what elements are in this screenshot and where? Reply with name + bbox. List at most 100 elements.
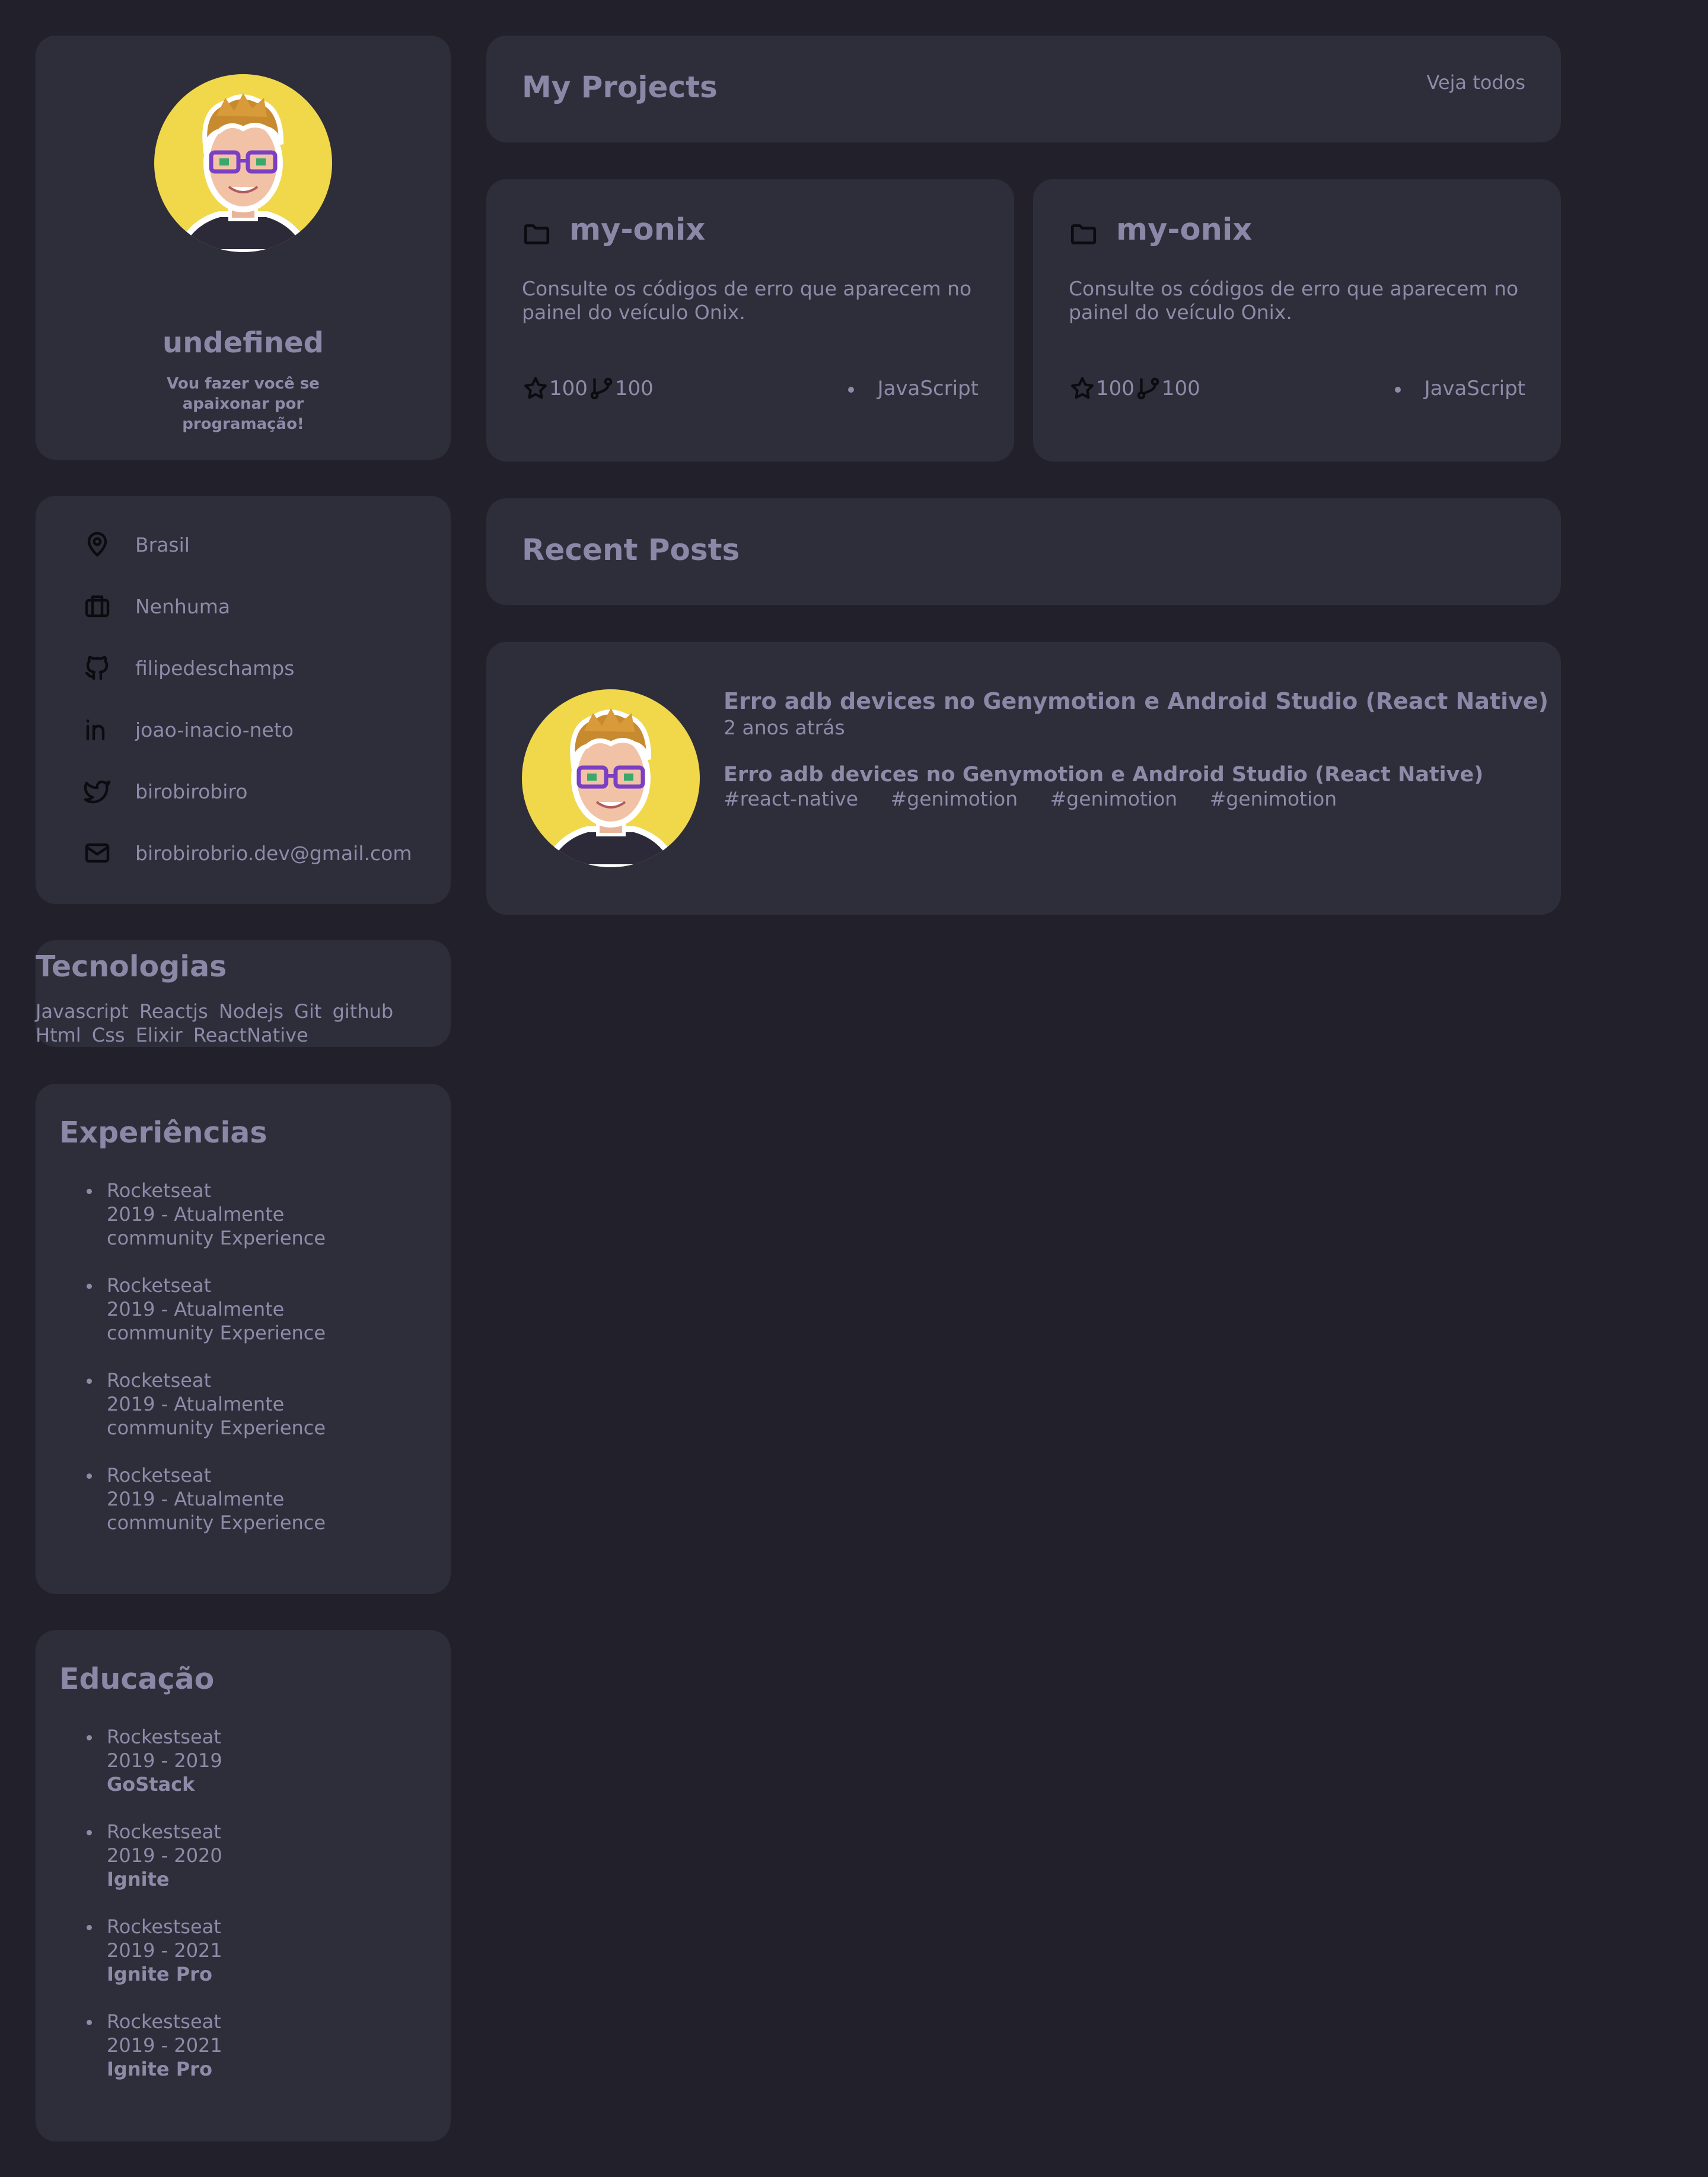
mail-icon	[83, 839, 135, 867]
project-stars: 100	[549, 377, 588, 400]
contact-github-label: filipedeschamps	[135, 656, 295, 680]
education-school: Rockestseat	[107, 2010, 221, 2033]
education-item: Rockestseat 2019 - 2021 Ignite Pro	[87, 1915, 222, 1986]
post-tag[interactable]: #react-native	[724, 787, 858, 810]
experience-period: 2019 - Atualmente	[107, 1298, 285, 1320]
experience-role: community Experience	[107, 1511, 326, 1534]
education-title: Educação	[59, 1662, 215, 1696]
project-stats: 100 100	[522, 375, 654, 402]
contact-email[interactable]: birobirobrio.dev@gmail.com	[83, 822, 412, 884]
experience-company: Rocketseat	[107, 1464, 212, 1487]
education-period: 2019 - 2019	[107, 1749, 222, 1772]
tech-item: Html	[36, 1024, 81, 1046]
see-all-link[interactable]: Veja todos	[1427, 71, 1525, 94]
briefcase-icon	[83, 592, 135, 620]
education-card: Educação Rockestseat 2019 - 2019 GoStack…	[36, 1630, 451, 2141]
twitter-icon	[83, 777, 135, 806]
contact-linkedin-label: joao-inacio-neto	[135, 718, 294, 741]
folder-icon	[1070, 224, 1097, 244]
tech-item: Git	[294, 1000, 322, 1023]
tech-item: Nodejs	[218, 1000, 283, 1023]
fork-icon	[590, 377, 613, 400]
posts-header: Recent Posts	[486, 498, 1561, 605]
project-language: JavaScript	[848, 377, 979, 400]
projects-title: My Projects	[522, 70, 718, 104]
experience-role: community Experience	[107, 1417, 326, 1439]
project-stats: 100 100	[1069, 375, 1200, 402]
project-name[interactable]: my-onix	[1116, 212, 1252, 247]
tech-item: Javascript	[36, 1000, 129, 1023]
experience-role: community Experience	[107, 1227, 326, 1249]
education-course: Ignite Pro	[107, 2058, 212, 2080]
tech-item: github	[332, 1000, 394, 1023]
page: undefined Vou fazer você se apaixonar po…	[0, 0, 1708, 2177]
post-avatar	[522, 689, 700, 867]
tech-item: Elixir	[135, 1024, 183, 1046]
post-tag[interactable]: #genimotion	[891, 787, 1018, 810]
education-item: Rockestseat 2019 - 2019 GoStack	[87, 1725, 222, 1796]
contact-linkedin[interactable]: joao-inacio-neto	[83, 699, 294, 760]
education-item: Rockestseat 2019 - 2020 Ignite	[87, 1820, 222, 1891]
tech-item: Reactjs	[139, 1000, 208, 1023]
projects-header: My Projects Veja todos	[486, 36, 1561, 142]
project-card[interactable]: my-onix Consulte os códigos de erro que …	[1033, 179, 1561, 462]
profile-bio: Vou fazer você se apaixonar por programa…	[167, 375, 320, 433]
contact-twitter-label: birobirobiro	[135, 779, 248, 803]
education-period: 2019 - 2021	[107, 2034, 222, 2057]
education-period: 2019 - 2021	[107, 1939, 222, 1962]
project-description: Consulte os códigos de erro que aparecem…	[1069, 277, 1519, 324]
technologies-title: Tecnologias	[36, 950, 227, 984]
post-title[interactable]: Erro adb devices no Genymotion e Android…	[724, 688, 1548, 714]
contact-company: Nenhuma	[83, 575, 230, 637]
experience-item: Rocketseat 2019 - Atualmente community E…	[86, 1368, 326, 1440]
education-item: Rockestseat 2019 - 2021 Ignite Pro	[87, 2010, 222, 2081]
experience-period: 2019 - Atualmente	[107, 1203, 285, 1226]
project-description: Consulte os códigos de erro que aparecem…	[522, 277, 972, 324]
contact-github[interactable]: filipedeschamps	[83, 637, 294, 699]
education-course: GoStack	[107, 1773, 195, 1796]
star-icon	[1071, 377, 1094, 399]
linkedin-icon	[83, 715, 135, 744]
experience-item: Rocketseat 2019 - Atualmente community E…	[86, 1463, 326, 1535]
education-course: Ignite Pro	[107, 1963, 212, 1985]
project-card[interactable]: my-onix Consulte os códigos de erro que …	[486, 179, 1014, 462]
project-forks: 100	[1161, 377, 1200, 400]
post-card[interactable]: Erro adb devices no Genymotion e Android…	[486, 642, 1561, 915]
profile-card: undefined Vou fazer você se apaixonar po…	[36, 36, 451, 460]
education-school: Rockestseat	[107, 1726, 221, 1748]
experience-item: Rocketseat 2019 - Atualmente community E…	[86, 1179, 326, 1250]
posts-title: Recent Posts	[522, 533, 740, 567]
technologies-list: Javascript Reactjs Nodejs Git github Htm…	[36, 1000, 451, 1047]
post-tags: #react-native #genimotion #genimotion #g…	[724, 787, 1363, 810]
contact-twitter[interactable]: birobirobiro	[83, 760, 247, 822]
experience-item: Rocketseat 2019 - Atualmente community E…	[86, 1274, 326, 1345]
experience-company: Rocketseat	[107, 1179, 212, 1202]
experience-company: Rocketseat	[107, 1274, 212, 1297]
experience-period: 2019 - Atualmente	[107, 1393, 285, 1415]
contact-company-label: Nenhuma	[135, 594, 231, 618]
experiences-card: Experiências Rocketseat 2019 - Atualment…	[36, 1084, 451, 1594]
project-name[interactable]: my-onix	[569, 212, 705, 247]
star-icon	[524, 377, 547, 399]
technologies-card: Tecnologias Javascript Reactjs Nodejs Gi…	[36, 940, 451, 1047]
education-school: Rockestseat	[107, 1915, 221, 1938]
project-forks: 100	[614, 377, 654, 400]
contact-email-label: birobirobrio.dev@gmail.com	[135, 841, 412, 865]
contact-location-label: Brasil	[135, 533, 190, 556]
experience-period: 2019 - Atualmente	[107, 1488, 285, 1510]
github-icon	[83, 654, 135, 682]
map-pin-icon	[83, 530, 135, 559]
project-language: JavaScript	[1395, 377, 1525, 400]
tech-item: ReactNative	[193, 1024, 308, 1046]
experience-role: community Experience	[107, 1322, 326, 1344]
experiences-title: Experiências	[59, 1116, 267, 1150]
folder-icon	[524, 224, 550, 244]
education-course: Ignite	[107, 1868, 170, 1890]
education-period: 2019 - 2020	[107, 1844, 222, 1867]
post-time: 2 anos atrás	[724, 716, 845, 739]
profile-name: undefined	[162, 326, 324, 359]
experience-company: Rocketseat	[107, 1369, 212, 1392]
post-tag[interactable]: #genimotion	[1050, 787, 1178, 810]
project-stars: 100	[1096, 377, 1135, 400]
post-tag[interactable]: #genimotion	[1210, 787, 1337, 810]
